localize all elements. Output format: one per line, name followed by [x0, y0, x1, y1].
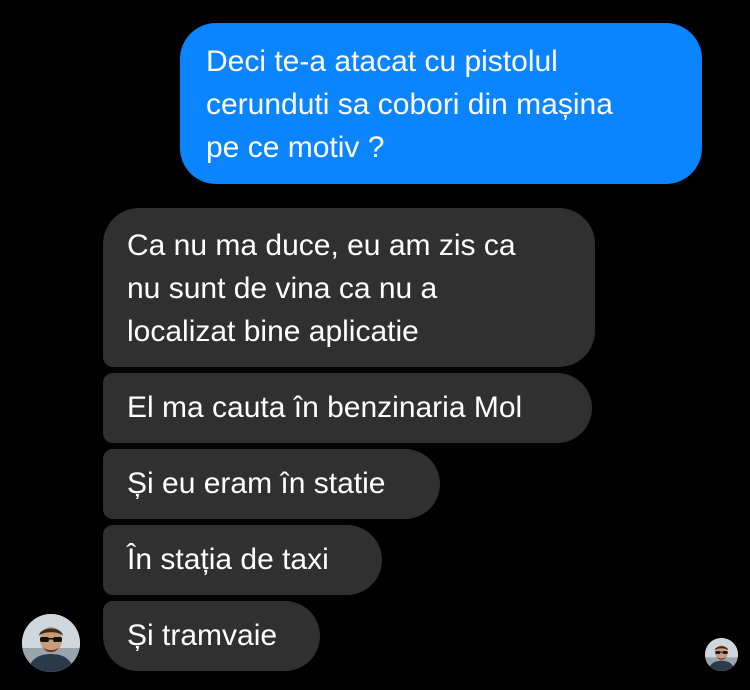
received-message-bubble[interactable]: Ca nu ma duce, eu am zis ca nu sunt de v… [103, 208, 595, 367]
read-receipt-avatar-icon [705, 638, 738, 671]
person-avatar-icon [22, 614, 80, 672]
chat-thread: Deci te-a atacat cu pistolul cerunduti s… [0, 0, 750, 690]
received-message-bubble[interactable]: El ma cauta în benzinaria Mol [103, 373, 592, 443]
received-message-bubble[interactable]: Și tramvaie [103, 601, 320, 671]
contact-avatar-icon[interactable] [22, 614, 80, 672]
received-message-bubble[interactable]: În stația de taxi [103, 525, 382, 595]
sent-message-bubble[interactable]: Deci te-a atacat cu pistolul cerunduti s… [180, 23, 702, 184]
received-message-bubble[interactable]: Și eu eram în statie [103, 449, 440, 519]
person-avatar-small-icon [705, 638, 738, 671]
